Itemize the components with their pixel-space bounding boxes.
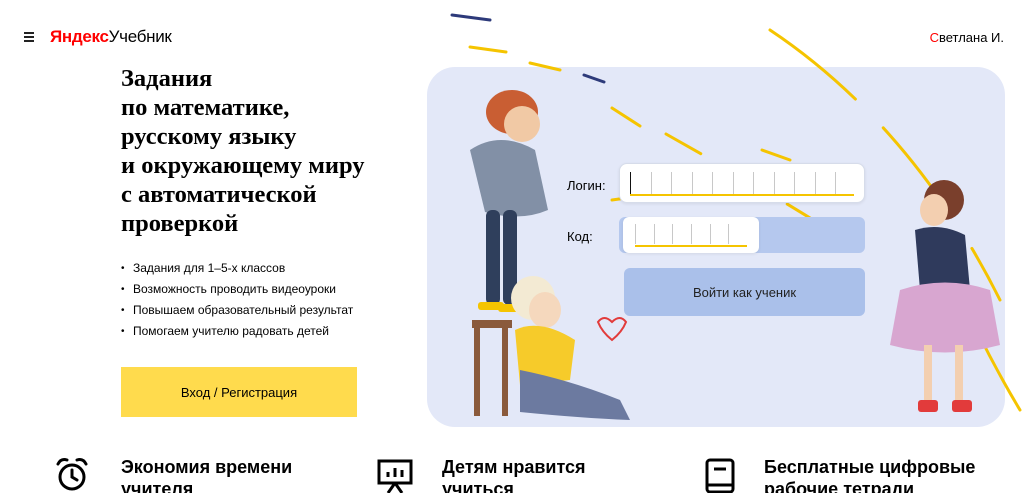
book-icon [705, 458, 735, 493]
benefit-title: Экономия времени учителя [121, 456, 292, 493]
user-name-initial: С [929, 30, 939, 45]
logo-product: Учебник [108, 27, 172, 46]
code-input-underline [635, 245, 747, 247]
feature-item: Помогаем учителю радовать детей [121, 321, 353, 342]
feature-item: Повышаем образовательный результат [121, 300, 353, 321]
menu-icon[interactable] [24, 32, 34, 42]
benefit-title: Бесплатные цифровые рабочие тетради [764, 456, 975, 493]
login-label: Логин: [567, 178, 606, 193]
code-input-cells [635, 224, 747, 244]
user-name[interactable]: Светлана И. [930, 30, 1004, 45]
login-register-button[interactable]: Вход / Регистрация [121, 367, 357, 417]
login-input[interactable] [619, 163, 865, 203]
student-login-button[interactable]: Войти как ученик [624, 268, 865, 316]
benefit-line: Бесплатные цифровые [764, 457, 976, 477]
headline-line: по математике, [121, 94, 290, 121]
code-input[interactable] [623, 217, 759, 253]
code-label: Код: [567, 229, 593, 244]
headline-line: русскому языку [121, 123, 297, 150]
benefit-line: учиться [442, 479, 514, 493]
benefit-line: Детям нравится [442, 457, 586, 477]
user-name-rest: ветлана И. [938, 30, 1004, 45]
headline-line: и окружающему миру [121, 152, 365, 179]
feature-item: Задания для 1–5-х классов [121, 258, 353, 279]
login-input-underline [630, 194, 854, 196]
headline-line: Задания [121, 65, 213, 92]
headline-line: проверкой [121, 210, 239, 237]
headline-line: с автоматической [121, 181, 317, 208]
benefit-line: учителя [121, 479, 194, 493]
benefit-line: рабочие тетради [764, 479, 915, 493]
benefit-title: Детям нравится учиться [442, 456, 586, 493]
logo-brand: Яндекс [50, 27, 109, 46]
feature-item: Возможность проводить видеоуроки [121, 279, 353, 300]
alarm-clock-icon [56, 458, 88, 491]
logo[interactable]: ЯндексУчебник [50, 27, 172, 47]
benefit-line: Экономия времени [121, 457, 293, 477]
feature-list: Задания для 1–5-х классов Возможность пр… [121, 258, 353, 342]
presentation-chart-icon [377, 459, 413, 493]
login-input-cells [630, 172, 856, 194]
header: ЯндексУчебник Светлана И. [0, 0, 1026, 60]
page-headline: Задания по математике, русскому языку и … [121, 64, 411, 238]
